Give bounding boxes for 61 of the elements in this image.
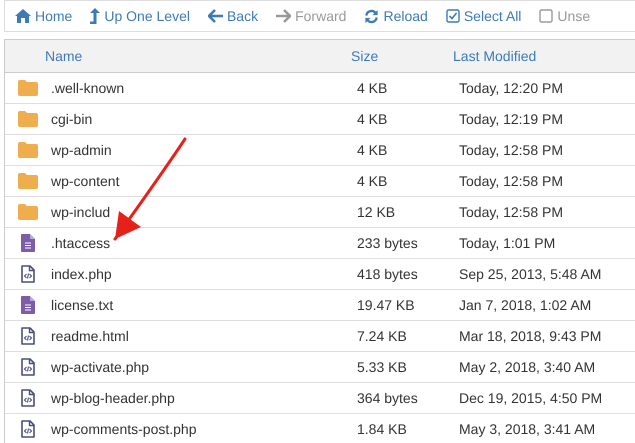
modified-date: Dec 19, 2015, 4:50 PM — [459, 390, 604, 406]
toolbar-button[interactable]: Select All — [446, 8, 522, 24]
file-name: .well-known — [51, 80, 126, 96]
code-file-icon — [21, 420, 35, 438]
folder-icon — [18, 142, 38, 158]
file-name: wp-includ — [51, 204, 112, 220]
modified-date: Today, 1:01 PM — [459, 235, 556, 251]
file-size: 19.47 KB — [357, 297, 416, 313]
column-header[interactable]: Name — [5, 48, 351, 64]
file-size: 5.33 KB — [357, 359, 408, 375]
file-name: readme.html — [51, 328, 130, 344]
column-header[interactable]: Size — [351, 48, 453, 64]
modified-date: Mar 18, 2018, 9:43 PM — [459, 328, 602, 344]
modified-date: May 2, 2018, 3:40 AM — [459, 359, 596, 375]
modified-date: Today, 12:19 PM — [459, 111, 564, 127]
file-name: wp-activate.php — [51, 359, 150, 375]
file-name: license.txt — [51, 297, 114, 313]
modified-date: Today, 12:20 PM — [459, 80, 564, 96]
left-arrow-icon — [208, 9, 223, 23]
text-file-icon — [21, 234, 35, 252]
toolbar-button[interactable]: Up One Level — [90, 8, 190, 24]
folder-icon — [18, 80, 38, 96]
up-arrow-icon — [90, 8, 100, 24]
file-name: cgi-bin — [51, 111, 94, 127]
toolbar-button[interactable]: Reload — [364, 8, 428, 24]
column-header[interactable]: Last Modified — [453, 48, 635, 64]
code-file-icon — [21, 265, 35, 283]
modified-date: Today, 12:58 PM — [459, 142, 564, 158]
home-icon — [15, 9, 31, 23]
file-size: 4 KB — [357, 142, 388, 158]
modified-date: Jan 7, 2018, 1:02 AM — [459, 297, 592, 313]
reload-icon — [364, 8, 380, 24]
code-file-icon — [21, 358, 35, 376]
file-name: wp-comments-post.php — [51, 421, 198, 437]
text-file-icon — [21, 296, 35, 314]
toolbar-button[interactable]: Back — [208, 8, 258, 24]
folder-icon — [18, 173, 38, 189]
file-size: 4 KB — [357, 111, 388, 127]
code-file-icon — [21, 389, 35, 407]
modified-date: Today, 12:58 PM — [459, 173, 564, 189]
file-size: 7.24 KB — [357, 328, 408, 344]
file-name: index.php — [51, 266, 113, 282]
modified-date: Sep 25, 2013, 5:48 AM — [459, 266, 602, 282]
modified-date: Today, 12:58 PM — [459, 204, 564, 220]
file-size: 233 bytes — [357, 235, 419, 251]
code-file-icon — [21, 327, 35, 345]
toolbar-button[interactable]: Home — [15, 8, 72, 24]
file-size: 4 KB — [357, 80, 388, 96]
file-name: wp-content — [51, 173, 120, 189]
modified-date: May 3, 2018, 3:41 AM — [459, 421, 596, 437]
file-name: wp-blog-header.php — [51, 390, 176, 406]
file-size: 12 KB — [357, 204, 396, 220]
file-name: .htaccess — [51, 235, 112, 251]
file-size: 364 bytes — [357, 390, 419, 406]
file-name: wp-admin — [51, 142, 113, 158]
file-size: 1.84 KB — [357, 421, 408, 437]
file-size: 418 bytes — [357, 266, 419, 282]
folder-icon — [18, 204, 38, 220]
right-arrow-icon — [276, 9, 292, 23]
folder-icon — [18, 111, 38, 127]
file-size: 4 KB — [357, 173, 388, 189]
